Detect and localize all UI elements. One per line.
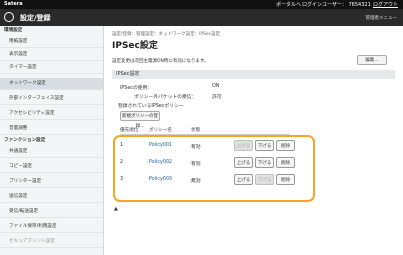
sidebar-item-display[interactable]: 表示設定 [0,49,103,61]
top-bar: Satera ポータルへ ログインユーザー： 7654321 ログアウト [0,0,403,9]
logout-link[interactable]: ログアウト [373,1,398,8]
row-status: 有効 [191,162,201,167]
sidebar-item-secure-print[interactable]: セキュアプリント設定 [0,236,103,248]
sidebar-section-environment: 環境設定 [4,28,23,33]
down-button[interactable]: 下げる [255,140,274,151]
sidebar-item-timer[interactable]: タイマー設定 [0,62,103,74]
column-policy-name: ポリシー名 [149,128,172,133]
brand-logo: Satera [4,1,23,7]
register-policy-button[interactable]: 新規ポリシーの登録... [120,111,160,129]
admin-menu-link[interactable]: 管理者メニュー [366,15,398,21]
receive-packets-value: 許可 [212,95,222,100]
login-user: ログインユーザー： 7654321 [302,2,371,8]
registered-policies-heading: 登録されているIPSecポリシー [118,104,184,109]
title-bar: 設定/登録 管理者メニュー [0,9,403,26]
sidebar-item-printer[interactable]: プリンター設定 [0,176,103,188]
back-to-top-link[interactable]: ▲ [114,206,118,212]
down-button[interactable]: 下げる [255,174,274,185]
row-priority: 2 [120,160,124,165]
policy-link[interactable]: Policy003 [149,177,172,182]
sidebar-item-accessibility[interactable]: アクセシビリティ設定 [0,108,103,120]
policy-link[interactable]: Policy001 [149,143,172,148]
policy-link[interactable]: Policy002 [149,160,172,165]
main-content: 設定/登録：管理設定：ネットワーク設定：IPSec設定 IPSec設定 設定変更… [104,26,403,255]
row-priority: 3 [120,177,124,182]
breadcrumb: 設定/登録：管理設定：ネットワーク設定：IPSec設定 [112,32,221,37]
page-header-title: 設定/登録 [20,14,51,22]
sidebar-item-common[interactable]: 共通設定 [0,146,103,158]
up-button[interactable]: 上げる [234,157,253,168]
delete-button[interactable]: 削除 [276,157,295,168]
column-priority: 優先順位 [120,128,139,133]
sidebar-item-paper[interactable]: 用紙設定 [0,36,103,48]
row-status: 無効 [191,179,201,184]
sidebar-section-function: ファンクション設定 [4,138,46,143]
row-priority: 1 [120,143,124,148]
table-row: 3 Policy003 無効 上げる 下げる 削除 [120,172,310,189]
delete-button[interactable]: 削除 [276,174,295,185]
up-button[interactable]: 上げる [234,174,253,185]
edit-button[interactable]: 編集... [357,55,387,65]
restart-note: 設定変更は次回主電源ON時に有効になります。 [112,59,209,64]
column-status: 状態 [191,128,201,133]
use-ipsec-label: IPSecの使用： [120,86,153,91]
sidebar: 環境設定 用紙設定 表示設定 タイマー設定 ネットワーク設定 外部インターフェイ… [0,26,104,255]
sidebar-item-copy[interactable]: コピー設定 [0,161,103,173]
table-row: 1 Policy001 有効 上げる 下げる 削除 [120,138,310,155]
page-title: IPSec設定 [112,41,158,51]
sidebar-item-volume[interactable]: 音量調整 [0,123,103,135]
section-header: IPSec設定 [112,70,395,79]
sidebar-item-external-interface[interactable]: 外部インターフェイス設定 [0,93,103,105]
sidebar-item-network[interactable]: ネットワーク設定 [0,78,103,90]
delete-button[interactable]: 削除 [276,140,295,151]
use-ipsec-value: ON [212,84,220,89]
sidebar-item-send[interactable]: 送信設定 [0,191,103,203]
home-icon[interactable] [4,12,14,22]
up-button[interactable]: 上げる [234,140,253,151]
portal-link[interactable]: ポータルへ [276,1,301,8]
down-button[interactable]: 下げる [255,157,274,168]
sidebar-item-receive-forward[interactable]: 受信/転送設定 [0,206,103,218]
row-status: 有効 [191,145,201,150]
sidebar-item-file-storage[interactable]: ファイル保存/利用設定 [0,221,103,233]
table-row: 2 Policy002 有効 上げる 下げる 削除 [120,155,310,172]
receive-packets-label: ポリシー外パケットの受信： [134,95,197,100]
